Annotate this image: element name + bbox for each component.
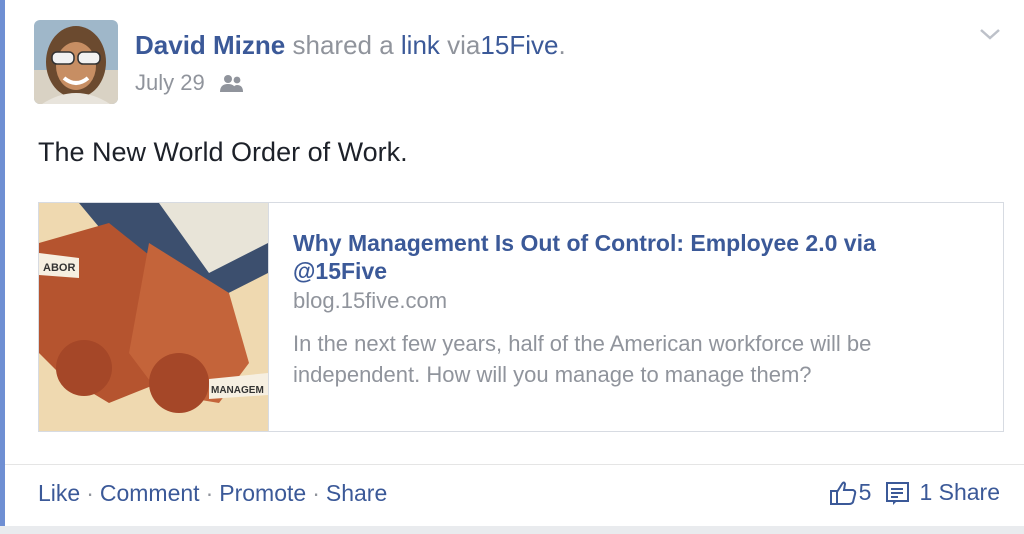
link-preview-card[interactable]: ABOR MANAGEM Why Management Is Out of Co… bbox=[38, 202, 1004, 432]
via-text: via bbox=[447, 30, 481, 60]
share-count: 1 Share bbox=[919, 479, 1000, 505]
action-separator: · bbox=[86, 480, 94, 506]
image-text-top: ABOR bbox=[43, 262, 75, 274]
link-preview-image[interactable]: ABOR MANAGEM bbox=[39, 203, 269, 431]
action-separator: · bbox=[205, 480, 214, 506]
chevron-down-icon[interactable] bbox=[978, 26, 1002, 42]
author-name-link[interactable]: David Mizne bbox=[135, 30, 285, 60]
post-meta: July 29 bbox=[135, 70, 245, 96]
image-text-bottom: MANAGEM bbox=[211, 385, 264, 396]
link-description: In the next few years, half of the Ameri… bbox=[293, 331, 872, 387]
app-name-link[interactable]: 15Five bbox=[480, 30, 558, 60]
link-domain: blog.15five.com bbox=[293, 288, 448, 313]
share-button[interactable]: Share bbox=[326, 480, 387, 506]
action-separator: · bbox=[312, 480, 320, 506]
like-button[interactable]: Like bbox=[38, 480, 80, 506]
author-avatar[interactable] bbox=[34, 20, 118, 104]
post-stats: 5 1 Share bbox=[829, 479, 1000, 506]
post-message: The New World Order of Work. bbox=[38, 137, 408, 167]
link-title[interactable]: Why Management Is Out of Control: Employ… bbox=[293, 229, 933, 285]
friends-icon[interactable] bbox=[219, 73, 245, 93]
thumbs-up-icon bbox=[829, 481, 856, 505]
promote-button[interactable]: Promote bbox=[219, 480, 306, 506]
trailing-period: . bbox=[558, 30, 566, 60]
feed-post: David Mizne shared a link via15Five. Jul… bbox=[0, 0, 1024, 534]
share-count-link[interactable]: 1 Share bbox=[885, 479, 1000, 506]
feed-bottom-strip bbox=[0, 526, 1024, 534]
like-count-link[interactable]: 5 bbox=[829, 479, 872, 506]
action-text: shared a bbox=[292, 30, 394, 60]
post-date-link[interactable]: July 29 bbox=[135, 70, 205, 96]
comment-button[interactable]: Comment bbox=[100, 480, 200, 506]
like-count: 5 bbox=[858, 479, 872, 505]
footer-divider bbox=[5, 464, 1024, 465]
share-doc-icon bbox=[886, 481, 910, 505]
post-header-line: David Mizne shared a link via15Five. bbox=[135, 30, 566, 61]
post-actions: Like · Comment · Promote · Share bbox=[38, 480, 387, 507]
shared-link-word[interactable]: link bbox=[401, 30, 440, 60]
